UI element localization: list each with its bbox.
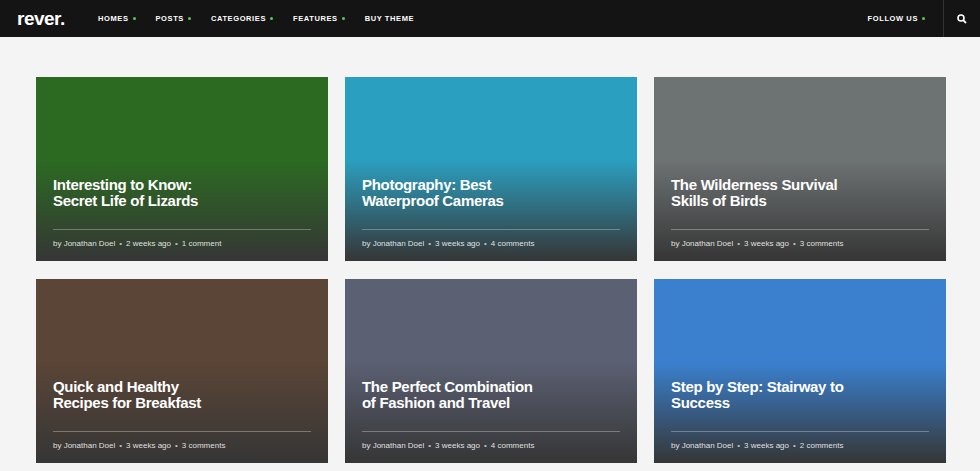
top-nav: rever.HOMES POSTS CATEGORIES FEATURES BUY TH… xyxy=(0,0,980,37)
divider xyxy=(53,431,311,432)
post-time: 3 weeks ago xyxy=(435,441,480,450)
post-card[interactable]: The Perfect Combinationof Fashion and Tr… xyxy=(345,279,637,463)
logo[interactable]: rever. xyxy=(17,8,98,30)
post-meta: by Jonathan Doel•3 weeks ago•3 comments xyxy=(671,239,929,248)
post-author[interactable]: by Jonathan Doel xyxy=(671,441,733,450)
post-meta: by Jonathan Doel•2 weeks ago•1 comment xyxy=(53,239,311,248)
dropdown-dot-icon xyxy=(342,17,345,20)
post-title[interactable]: Quick and HealthyRecipes for Breakfast xyxy=(53,379,311,411)
post-title[interactable]: Photography: BestWaterproof Cameras xyxy=(362,177,620,209)
search-button[interactable] xyxy=(943,0,980,37)
post-time: 2 weeks ago xyxy=(126,239,171,248)
post-card[interactable]: Quick and HealthyRecipes for Breakfast by… xyxy=(36,279,328,463)
menu-item[interactable]: HOMES xyxy=(98,14,136,23)
post-time: 3 weeks ago xyxy=(744,441,789,450)
post-author[interactable]: by Jonathan Doel xyxy=(53,441,115,450)
post-meta: by Jonathan Doel•3 weeks ago•2 comments xyxy=(671,441,929,450)
dropdown-dot-icon xyxy=(188,17,191,20)
post-comments[interactable]: 3 comments xyxy=(800,239,844,248)
post-author[interactable]: by Jonathan Doel xyxy=(671,239,733,248)
post-card[interactable]: Step by Step: Stairway toSuccess by Jonat… xyxy=(654,279,946,463)
post-meta: by Jonathan Doel•3 weeks ago•3 comments xyxy=(53,441,311,450)
post-author[interactable]: by Jonathan Doel xyxy=(53,239,115,248)
post-comments[interactable]: 1 comment xyxy=(182,239,222,248)
post-card[interactable]: Photography: BestWaterproof Cameras by Jo… xyxy=(345,77,637,261)
post-title[interactable]: The Perfect Combinationof Fashion and Tr… xyxy=(362,379,620,411)
post-time: 3 weeks ago xyxy=(126,441,171,450)
menu-item[interactable]: FEATURES xyxy=(293,14,345,23)
post-author[interactable]: by Jonathan Doel xyxy=(362,441,424,450)
post-time: 3 weeks ago xyxy=(744,239,789,248)
main-menu: HOMES POSTS CATEGORIES FEATURES BUY THEME xyxy=(98,14,414,23)
post-meta: by Jonathan Doel•3 weeks ago•4 comments xyxy=(362,239,620,248)
post-comments[interactable]: 4 comments xyxy=(491,239,535,248)
divider xyxy=(362,431,620,432)
post-card[interactable]: Interesting to Know:Secret Life of Lizar… xyxy=(36,77,328,261)
menu-item[interactable]: CATEGORIES xyxy=(211,14,273,23)
post-title[interactable]: The Wilderness SurvivalSkills of Birds xyxy=(671,177,929,209)
post-title[interactable]: Interesting to Know:Secret Life of Lizar… xyxy=(53,177,311,209)
divider xyxy=(671,229,929,230)
post-grid: Interesting to Know:Secret Life of Lizar… xyxy=(0,37,980,463)
post-title[interactable]: Step by Step: Stairway toSuccess xyxy=(671,379,929,411)
page: rever.HOMES POSTS CATEGORIES FEATURES BUY TH… xyxy=(0,0,980,471)
menu-item[interactable]: POSTS xyxy=(156,14,191,23)
post-author[interactable]: by Jonathan Doel xyxy=(362,239,424,248)
post-comments[interactable]: 4 comments xyxy=(491,441,535,450)
post-card[interactable]: The Wilderness SurvivalSkills of Birds by… xyxy=(654,77,946,261)
divider xyxy=(671,431,929,432)
divider xyxy=(53,229,311,230)
divider xyxy=(362,229,620,230)
search-icon xyxy=(957,14,967,24)
dropdown-dot-icon xyxy=(922,17,925,20)
post-time: 3 weeks ago xyxy=(435,239,480,248)
post-meta: by Jonathan Doel•3 weeks ago•4 comments xyxy=(362,441,620,450)
follow-us[interactable]: FOLLOW US xyxy=(868,14,925,23)
dropdown-dot-icon xyxy=(133,17,136,20)
post-comments[interactable]: 2 comments xyxy=(800,441,844,450)
dropdown-dot-icon xyxy=(270,17,273,20)
post-comments[interactable]: 3 comments xyxy=(182,441,226,450)
menu-item[interactable]: BUY THEME xyxy=(365,14,414,23)
